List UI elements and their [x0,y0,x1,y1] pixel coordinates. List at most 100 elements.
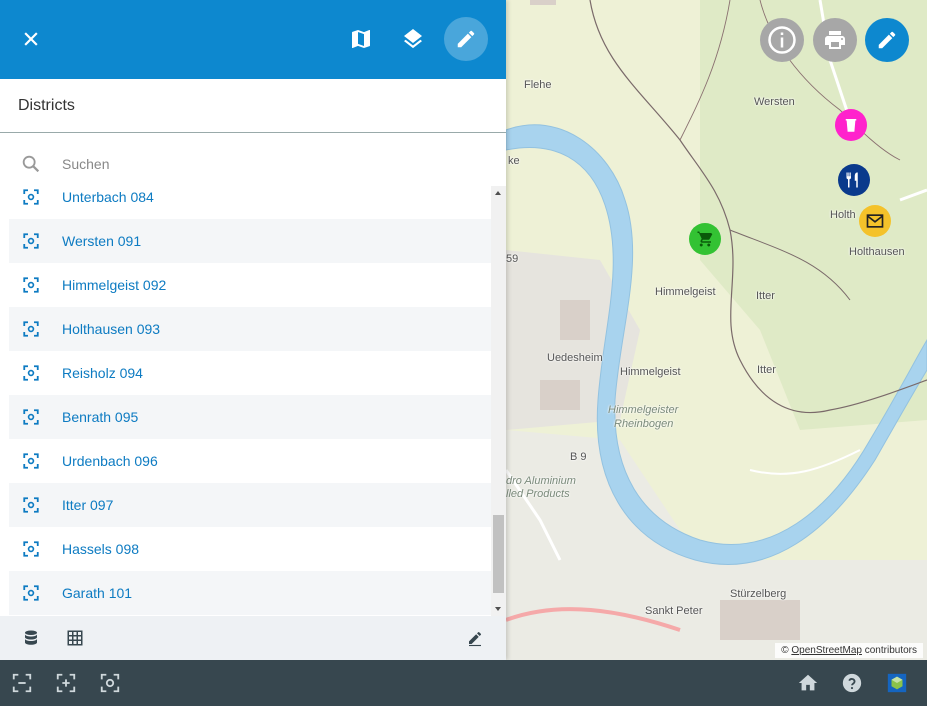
list-item[interactable]: Holthausen 093 [9,307,491,351]
table-icon [67,630,83,646]
list-item[interactable]: Hassels 098 [9,527,491,571]
scrollbar-thumb[interactable] [493,515,504,593]
cart-icon [697,231,713,247]
zoom-to-feature-icon[interactable] [22,188,40,206]
mail-marker[interactable] [859,205,891,237]
list-item-label[interactable]: Itter 097 [62,497,113,513]
list-item[interactable]: Itter 097 [9,483,491,527]
close-button[interactable] [9,17,53,61]
search-bar [0,142,506,186]
map-label-rheinbogen-1: Himmelgeister [608,404,679,416]
edit-icon [878,31,896,49]
map-label-itter: Itter [757,364,776,376]
search-input[interactable] [58,150,478,178]
map-label-himmelgeist-upper: Himmelgeist [655,286,716,298]
panel-title: Districts [0,79,506,133]
map-label-sankt-peter: Sankt Peter [645,605,703,617]
edit-icon [457,30,475,48]
map-label-itter-upper: Itter [756,290,775,302]
map-label-ke: ke [508,155,520,167]
panel-footer [0,616,506,660]
info-icon [768,26,796,54]
zoom-to-feature-button[interactable] [98,671,122,695]
edit-note-button[interactable] [465,628,485,648]
districts-panel: Districts Unterbach 084 Wersten 091 Himm… [0,0,506,660]
list-item[interactable]: Unterbach 084 [9,186,491,219]
map-label-aluminium-1: dro Aluminium [506,475,576,487]
zoom-to-feature-icon [100,673,120,693]
close-icon [24,32,38,46]
zoom-extent-button[interactable] [10,671,34,695]
info-button[interactable] [760,18,804,62]
home-button[interactable] [796,671,820,695]
osm-link[interactable]: OpenStreetMap [791,645,862,656]
zoom-to-feature-icon[interactable] [22,232,40,250]
attribution-prefix: © [781,645,789,656]
district-list[interactable]: Unterbach 084 Wersten 091 Himmelgeist 09… [9,186,491,616]
zoom-to-feature-icon[interactable] [22,408,40,426]
help-icon [842,673,862,693]
layers-icon [404,29,422,49]
zoom-to-feature-icon[interactable] [22,452,40,470]
zoom-to-feature-icon[interactable] [22,584,40,602]
scroll-up-arrow[interactable] [495,191,501,195]
attribution-suffix: contributors [864,645,917,656]
restaurant-marker[interactable] [838,164,870,196]
list-scrollbar[interactable] [491,186,506,616]
layers-button[interactable] [391,17,435,61]
list-item-label[interactable]: Benrath 095 [62,409,138,425]
trash-marker[interactable] [835,109,867,141]
list-item-label[interactable]: Himmelgeist 092 [62,277,166,293]
list-item-label[interactable]: Wersten 091 [62,233,141,249]
table-button[interactable] [65,628,85,648]
map-label-aluminium-2: lled Products [506,488,570,500]
edit-button[interactable] [444,17,488,61]
list-item-label[interactable]: Reisholz 094 [62,365,143,381]
mail-icon [866,214,884,228]
map-label-wersten: Wersten [754,96,795,108]
home-icon [798,674,818,691]
restaurant-icon [846,172,858,188]
list-item-label[interactable]: Unterbach 084 [62,189,154,205]
app-root: Flehe Wersten Holthausen Holth Himmelgei… [0,0,927,706]
scroll-down-arrow[interactable] [495,607,501,611]
list-item[interactable]: Benrath 095 [9,395,491,439]
list-item-label[interactable]: Garath 101 [62,585,132,601]
zoom-to-feature-icon[interactable] [22,364,40,382]
database-icon [25,630,37,645]
map-attribution: © OpenStreetMap contributors [775,643,923,658]
map-label-himmelgeist: Himmelgeist [620,366,681,378]
map-label-sturzelberg: Stürzelberg [730,588,787,600]
list-item-label[interactable]: Holthausen 093 [62,321,160,337]
print-icon [825,31,845,49]
list-item-label[interactable]: Urdenbach 096 [62,453,158,469]
panel-header [0,0,506,79]
list-item[interactable]: Garath 101 [9,571,491,615]
zoom-to-feature-icon[interactable] [22,540,40,558]
map-label-59: 59 [506,253,519,265]
list-item[interactable]: Reisholz 094 [9,351,491,395]
list-item-label[interactable]: Hassels 098 [62,541,139,557]
map-label-b9: B 9 [570,451,587,463]
zoom-in-area-button[interactable] [54,671,78,695]
list-item[interactable]: Wersten 091 [9,219,491,263]
map-label-flehe: Flehe [524,79,552,91]
logo-button[interactable] [885,671,909,695]
list-item[interactable]: Himmelgeist 092 [9,263,491,307]
zoom-to-feature-icon[interactable] [22,276,40,294]
edit-note-icon [469,632,481,647]
trash-icon [845,119,857,132]
edit-map-button[interactable] [865,18,909,62]
logo-cube-icon [887,673,907,693]
shop-marker[interactable] [689,223,721,255]
map-button[interactable] [339,17,383,61]
print-button[interactable] [813,18,857,62]
bottom-toolbar [0,660,927,706]
map-label-holthausen: Holthausen [849,246,905,258]
database-button[interactable] [21,628,41,648]
zoom-to-feature-icon[interactable] [22,320,40,338]
zoom-to-feature-icon[interactable] [22,496,40,514]
list-item[interactable]: Urdenbach 096 [9,439,491,483]
map-icon [352,30,370,48]
help-button[interactable] [840,671,864,695]
